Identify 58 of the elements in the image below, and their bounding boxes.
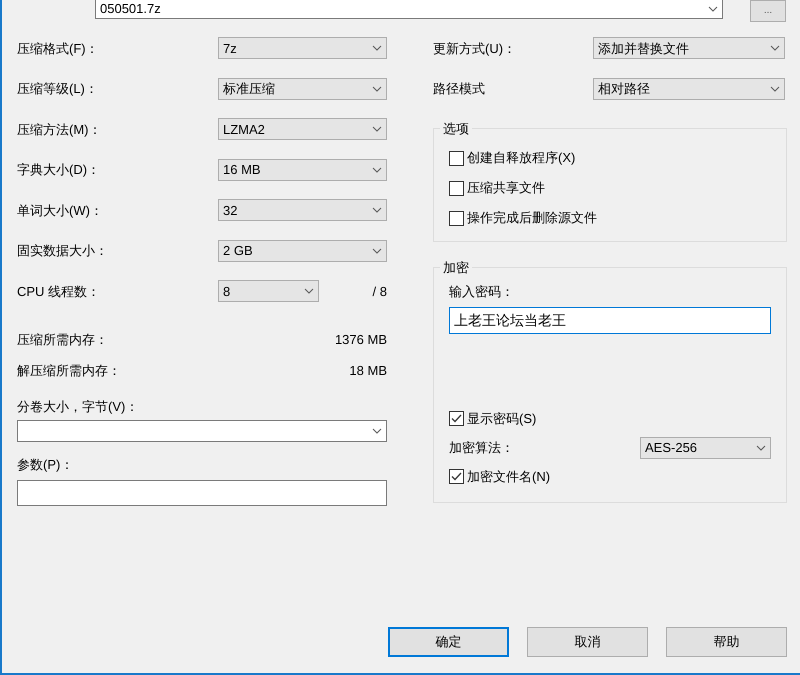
caret-icon <box>756 444 766 450</box>
dropdown[interactable]: 添加并替换文件 <box>593 37 785 60</box>
field-label: 字典大小(D)： <box>17 161 100 179</box>
checkbox[interactable] <box>449 150 464 166</box>
memory-value: 1376 MB <box>334 331 387 350</box>
dropdown[interactable]: 7z <box>218 37 387 60</box>
dropdown[interactable]: 32 <box>218 199 387 222</box>
dialog-button[interactable]: 确定 <box>388 627 509 657</box>
caret-icon <box>770 86 780 92</box>
caret-icon <box>372 207 382 214</box>
caret-icon <box>372 86 382 92</box>
field-label: 压缩格式(F)： <box>17 40 99 58</box>
dropdown[interactable]: 相对路径 <box>593 78 785 100</box>
field-label: 参数(P)： <box>17 456 74 474</box>
field-label: 固实数据大小： <box>17 242 108 260</box>
caret-icon <box>372 126 382 132</box>
field-label: 压缩等级(L)： <box>17 80 98 98</box>
field-label: 压缩所需内存： <box>17 331 108 350</box>
checkbox-label: 操作完成后删除源文件 <box>467 209 597 228</box>
dropdown[interactable]: LZMA2 <box>218 118 387 140</box>
field-label: 压缩方法(M)： <box>17 120 102 139</box>
caret-icon <box>372 166 382 173</box>
checkbox-label: 加密文件名(N) <box>467 468 550 486</box>
dropdown[interactable]: 8 <box>218 280 319 302</box>
thread-total: / 8 <box>372 282 387 300</box>
checkbox[interactable] <box>449 180 464 196</box>
caret-icon <box>770 45 780 52</box>
field-label: 单词大小(W)： <box>17 202 103 220</box>
field-label: 加密算法： <box>449 438 514 457</box>
dialog-button[interactable]: 取消 <box>527 627 648 657</box>
parameters-field[interactable] <box>17 480 387 506</box>
field-label: 输入密码： <box>449 283 515 301</box>
checkbox[interactable] <box>449 469 464 484</box>
caret-icon <box>372 248 382 254</box>
caret-icon <box>708 6 718 12</box>
caret-icon <box>372 45 382 52</box>
password-field[interactable]: 上老王论坛当老王 <box>449 306 771 334</box>
browse-button[interactable]: ... <box>750 0 786 22</box>
field-label: 更新方式(U)： <box>433 40 516 58</box>
field-label: 路径模式 <box>433 80 485 98</box>
checkbox[interactable] <box>449 411 464 426</box>
caret-icon <box>304 288 314 294</box>
checkbox-label: 压缩共享文件 <box>467 179 545 198</box>
checkbox-label: 创建自释放程序(X) <box>467 149 576 168</box>
dropdown[interactable]: 16 MB <box>218 158 387 181</box>
dropdown[interactable]: 标准压缩 <box>218 78 387 100</box>
checkbox-label: 显示密码(S) <box>467 410 536 428</box>
dropdown[interactable] <box>17 420 387 442</box>
memory-value: 18 MB <box>349 362 387 380</box>
field-label: 解压缩所需内存： <box>17 362 121 380</box>
field-label: 分卷大小，字节(V)： <box>17 398 140 416</box>
caret-icon <box>372 428 382 434</box>
dialog-button[interactable]: 帮助 <box>666 627 787 657</box>
dropdown[interactable]: 2 GB <box>218 240 387 262</box>
field-label: CPU 线程数： <box>17 282 100 300</box>
archive-name-dropdown[interactable]: 050501.7z <box>95 0 723 19</box>
checkbox[interactable] <box>449 210 464 226</box>
dropdown[interactable]: AES-256 <box>640 436 771 458</box>
